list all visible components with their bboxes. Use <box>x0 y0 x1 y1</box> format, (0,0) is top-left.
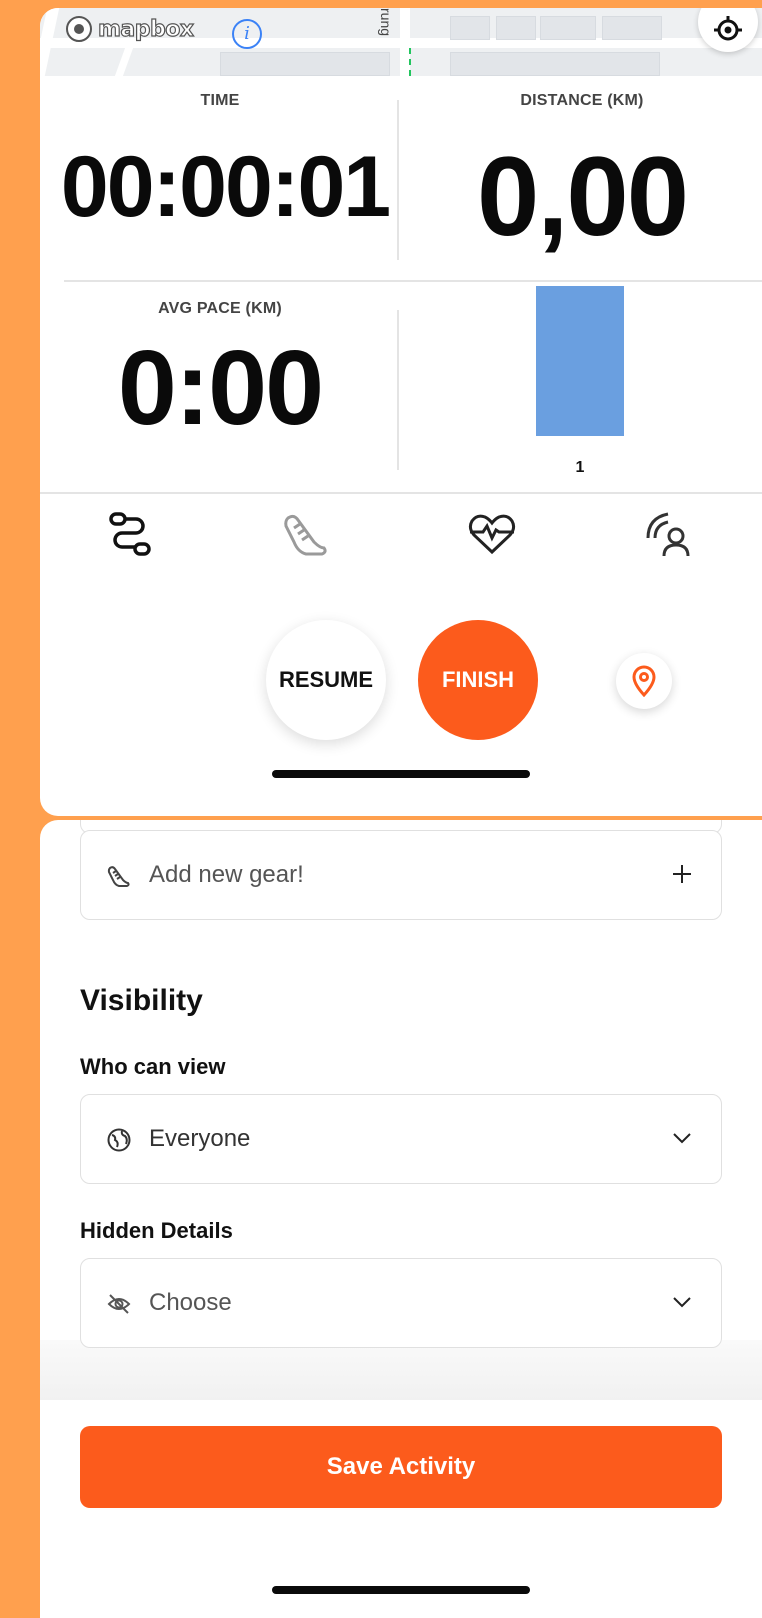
home-indicator <box>272 1586 530 1594</box>
who-can-view-value: Everyone <box>149 1125 251 1152</box>
visibility-heading: Visibility <box>80 984 203 1017</box>
hidden-details-label: Hidden Details <box>80 1218 233 1243</box>
chevron-down-icon <box>667 1287 697 1317</box>
info-icon[interactable]: i <box>232 19 262 49</box>
mapbox-logo: mapbox <box>66 16 195 42</box>
route-icon <box>109 512 151 556</box>
save-activity-form: Add new gear! Visibility Who can view Ev… <box>40 820 762 1618</box>
tabs-divider <box>40 492 762 494</box>
map-building <box>602 16 662 40</box>
form-footer-background <box>40 1340 762 1400</box>
chevron-down-icon <box>667 1123 697 1153</box>
globe-icon <box>105 1126 133 1154</box>
mapbox-logo-icon <box>66 16 92 42</box>
who-can-view-label: Who can view <box>80 1054 226 1079</box>
tab-gear[interactable] <box>274 502 338 566</box>
activity-recording-panel: mapbox i rung TIME 00:00:01 DISTANCE (KM… <box>40 8 762 816</box>
finish-button[interactable]: FINISH <box>418 620 538 740</box>
map-view[interactable]: mapbox i rung <box>40 8 762 76</box>
heart-rate-icon <box>468 514 516 555</box>
distance-value: 0,00 <box>477 134 689 259</box>
map-building <box>540 16 596 40</box>
time-label: TIME <box>200 92 240 109</box>
plus-icon[interactable] <box>667 859 697 889</box>
shoe-icon <box>284 514 327 556</box>
time-value: 00:00:01 <box>60 139 391 235</box>
map-building <box>496 16 536 40</box>
tab-route[interactable] <box>98 502 162 566</box>
mapbox-brand-text: mapbox <box>97 16 194 42</box>
hidden-details-select[interactable]: Choose <box>80 1258 722 1348</box>
eye-off-icon <box>105 1290 133 1318</box>
avg-pace-label: AVG PACE (KM) <box>158 300 282 317</box>
stats-divider <box>397 310 399 470</box>
save-activity-button[interactable]: Save Activity <box>80 1426 722 1508</box>
who-can-view-select[interactable]: Everyone <box>80 1094 722 1184</box>
resume-button[interactable]: RESUME <box>266 620 386 740</box>
distance-label: DISTANCE (KM) <box>520 92 644 109</box>
map-road <box>114 48 134 76</box>
stats-divider <box>397 100 399 260</box>
street-label: rung <box>378 8 394 37</box>
locate-button[interactable] <box>698 8 758 52</box>
tab-heart-rate[interactable] <box>460 502 524 566</box>
location-pin-icon <box>632 665 656 697</box>
map-building <box>450 16 490 40</box>
add-marker-button[interactable] <box>616 653 672 709</box>
crosshair-icon <box>714 16 742 41</box>
add-gear-placeholder: Add new gear! <box>149 861 304 888</box>
tab-sensors[interactable] <box>636 502 700 566</box>
chart-category-label: 1 <box>576 459 585 476</box>
map-building <box>450 52 660 76</box>
home-indicator <box>272 770 530 778</box>
chart-bar <box>536 286 624 436</box>
split-bar-chart: 1 <box>536 286 624 476</box>
stats-divider <box>64 280 762 282</box>
shoe-icon <box>105 862 133 890</box>
hidden-details-placeholder: Choose <box>149 1289 232 1316</box>
avg-pace-value: 0:00 <box>117 329 324 447</box>
add-gear-field[interactable]: Add new gear! <box>80 830 722 920</box>
map-building <box>220 52 390 76</box>
route-trace <box>409 48 411 76</box>
sensor-icon <box>646 512 690 557</box>
